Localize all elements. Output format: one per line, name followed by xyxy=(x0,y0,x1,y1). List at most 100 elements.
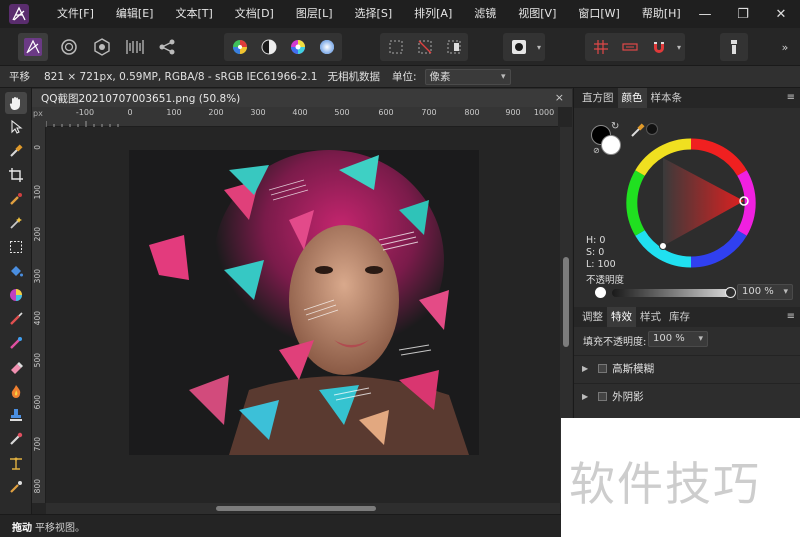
app-logo-icon[interactable] xyxy=(8,3,30,25)
tab-stock[interactable]: 库存 xyxy=(665,307,694,327)
secondary-color-chip[interactable] xyxy=(601,135,621,155)
erase-tool[interactable] xyxy=(5,356,27,378)
white-balance-button[interactable] xyxy=(313,33,341,61)
tab-effects[interactable]: 特效 xyxy=(607,307,636,327)
ruler-label: 0 xyxy=(127,108,133,117)
tone-mapping-persona-button[interactable] xyxy=(121,33,149,61)
tab-color[interactable]: 颜色 xyxy=(617,88,647,108)
color-picker-tool[interactable] xyxy=(5,140,27,162)
paint-brush-tool[interactable] xyxy=(5,308,27,330)
photo-persona-button[interactable] xyxy=(18,33,48,61)
select-all-button[interactable] xyxy=(382,33,410,61)
document-tab[interactable]: QQ截图20210707003651.png (50.8%) × xyxy=(32,89,572,107)
horizontal-scrollbar[interactable] xyxy=(46,503,560,514)
assistant-icon xyxy=(731,40,737,54)
bottom-panel-tabs: 调整 特效 样式 库存 ≡ xyxy=(574,307,800,327)
panel-menu-icon[interactable]: ≡ xyxy=(787,88,795,108)
menu-document[interactable]: 文档[D] xyxy=(224,0,285,28)
close-document-icon[interactable]: × xyxy=(555,91,564,104)
vertical-scroll-thumb[interactable] xyxy=(563,257,569,347)
close-window-button[interactable]: ✕ xyxy=(762,0,800,28)
picker-eyedropper-icon[interactable] xyxy=(630,122,646,138)
effects-panel-menu-icon[interactable]: ≡ xyxy=(787,307,795,327)
menu-window[interactable]: 窗口[W] xyxy=(567,0,630,28)
document-canvas[interactable]: px -100 0 100 200 300 400 500 600 700 80… xyxy=(32,107,572,514)
flood-select-tool[interactable] xyxy=(5,212,27,234)
menu-bar: 文件[F] 编辑[E] 文本[T] 文档[D] 图层[L] 选择[S] 排列[A… xyxy=(0,0,800,28)
swap-colors-icon[interactable]: ↻ xyxy=(611,121,619,132)
menu-text[interactable]: 文本[T] xyxy=(164,0,223,28)
hue-value: H: 0 xyxy=(586,235,606,246)
effect-row-outer-shadow[interactable]: ▶ 外阴影 xyxy=(574,383,800,409)
clone-tool[interactable] xyxy=(5,404,27,426)
horizontal-scroll-thumb[interactable] xyxy=(216,506,376,511)
toolbar-overflow-icon[interactable]: » xyxy=(776,33,794,61)
effect-row-gaussian-blur[interactable]: ▶ 高斯模糊 xyxy=(574,355,800,381)
blemish-removal-tool[interactable] xyxy=(5,428,27,450)
gradient-tool[interactable] xyxy=(5,284,27,306)
tab-adjustments[interactable]: 调整 xyxy=(578,307,607,327)
assistant-button[interactable] xyxy=(720,33,748,61)
menu-arrange[interactable]: 排列[A] xyxy=(403,0,463,28)
units-select[interactable]: 像素 xyxy=(424,68,511,85)
menu-help[interactable]: 帮助[H] xyxy=(631,0,692,28)
mesh-warp-tool[interactable] xyxy=(5,452,27,474)
liquify-persona-button[interactable] xyxy=(55,33,83,61)
invert-selection-button[interactable] xyxy=(440,33,468,61)
crop-tool[interactable] xyxy=(5,164,27,186)
watermark-overlay: 软件技巧 xyxy=(561,418,800,537)
expand-arrow-icon[interactable]: ▶ xyxy=(582,364,588,373)
white-balance-icon xyxy=(320,40,334,54)
tab-styles[interactable]: 样式 xyxy=(636,307,665,327)
levels-button[interactable] xyxy=(226,33,254,61)
effect-checkbox[interactable] xyxy=(598,392,608,401)
snapping-dropdown-icon[interactable]: ▾ xyxy=(673,33,685,61)
marquee-tool[interactable] xyxy=(5,236,27,258)
export-persona-button[interactable] xyxy=(153,33,181,61)
effect-checkbox[interactable] xyxy=(598,364,608,373)
maximize-button[interactable]: ❐ xyxy=(724,0,762,28)
hsl-button[interactable] xyxy=(284,33,312,61)
menu-view[interactable]: 视图[V] xyxy=(507,0,567,28)
menu-layer[interactable]: 图层[L] xyxy=(285,0,344,28)
opacity-slider[interactable] xyxy=(612,289,730,297)
ruler-label: 600 xyxy=(33,395,42,410)
develop-persona-button[interactable] xyxy=(88,33,116,61)
deselect-button[interactable] xyxy=(411,33,439,61)
minimize-button[interactable]: — xyxy=(686,0,724,28)
reset-colors-icon[interactable]: ⊘ xyxy=(593,146,600,155)
color-wheel-icon xyxy=(291,40,305,54)
ruler-label: 1000 xyxy=(533,108,555,117)
opacity-slider-knob[interactable] xyxy=(725,287,736,298)
ruler-label: 200 xyxy=(208,108,224,117)
paint-bucket-icon xyxy=(11,266,23,277)
ruler-label: 500 xyxy=(33,353,42,368)
expand-arrow-icon[interactable]: ▶ xyxy=(582,392,588,401)
dodge-tool[interactable] xyxy=(5,380,27,402)
snapping-button[interactable] xyxy=(645,33,673,61)
opacity-value-select[interactable]: 100 % xyxy=(737,284,793,300)
color-replacement-tool[interactable] xyxy=(5,332,27,354)
selection-brush-tool[interactable] xyxy=(5,188,27,210)
view-tool[interactable] xyxy=(5,92,27,114)
color-wheel[interactable] xyxy=(626,138,756,268)
grid-button[interactable] xyxy=(587,33,615,61)
smudge-tool[interactable] xyxy=(5,476,27,498)
liquify-persona-icon xyxy=(61,39,77,55)
marquee-icon xyxy=(389,40,403,54)
menu-filters[interactable]: 滤镜 xyxy=(463,0,507,28)
guides-button[interactable] xyxy=(616,33,644,61)
fill-opacity-select[interactable]: 100 % xyxy=(648,331,708,347)
menu-edit[interactable]: 编辑[E] xyxy=(105,0,165,28)
quick-mask-button[interactable] xyxy=(505,33,533,61)
opacity-label: 不透明度 xyxy=(586,275,625,286)
mask-dropdown-icon[interactable]: ▾ xyxy=(533,33,545,61)
tab-histogram[interactable]: 直方图 xyxy=(578,88,618,108)
move-tool[interactable] xyxy=(5,116,27,138)
black-white-button[interactable] xyxy=(255,33,283,61)
menu-select[interactable]: 选择[S] xyxy=(344,0,404,28)
flood-fill-tool[interactable] xyxy=(5,260,27,282)
menu-file[interactable]: 文件[F] xyxy=(46,0,105,28)
toolbar: ▾ ▾ » xyxy=(0,28,800,66)
tab-swatches[interactable]: 样本条 xyxy=(647,88,687,108)
